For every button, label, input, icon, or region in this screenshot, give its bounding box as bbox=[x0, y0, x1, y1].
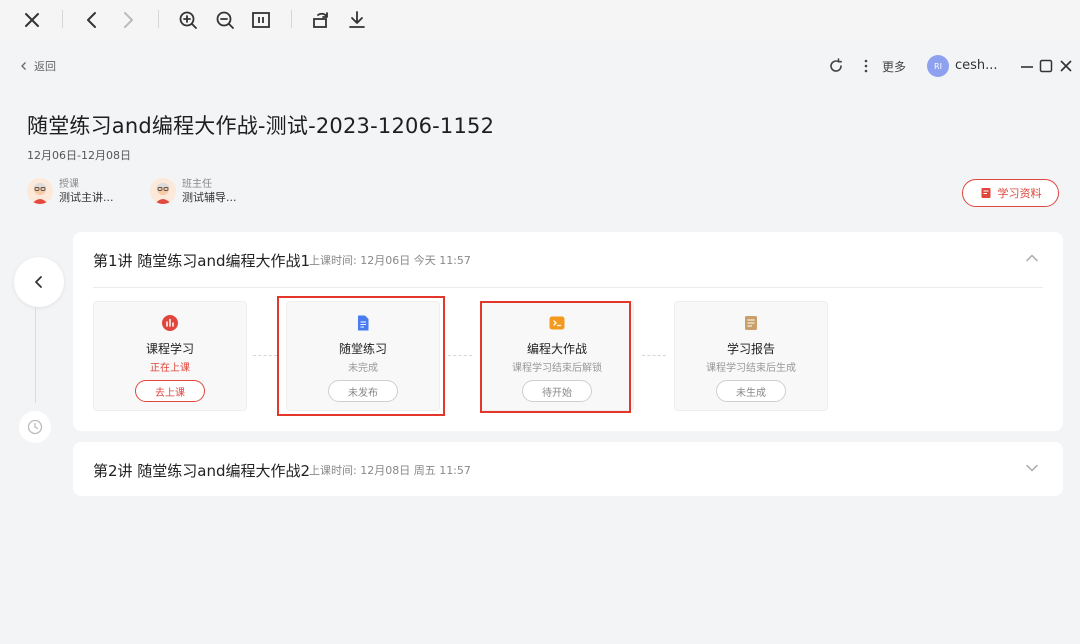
course-dates: 12月06日-12月08日 bbox=[27, 149, 131, 162]
divider bbox=[93, 287, 1043, 288]
chevron-left-icon bbox=[21, 62, 26, 70]
step-status: 正在上课 bbox=[150, 363, 190, 374]
lesson-card[interactable]: 第2讲 随堂练习and编程大作战2 上课时间: 12月08日 周五 11:57 bbox=[73, 442, 1063, 496]
not-generated-button[interactable]: 未生成 bbox=[716, 380, 786, 402]
chevron-down-icon[interactable] bbox=[1023, 459, 1041, 477]
toolbar-separator bbox=[291, 10, 292, 28]
chart-icon bbox=[161, 314, 179, 332]
step-connector bbox=[642, 355, 666, 356]
lesson-time: 上课时间: 12月06日 今天 11:57 bbox=[309, 254, 471, 267]
viewer-toolbar bbox=[0, 0, 1080, 40]
go-to-class-button[interactable]: 去上课 bbox=[135, 380, 205, 402]
header-bar: 返回 更多 RI cesh... bbox=[0, 40, 1080, 94]
teacher-avatar bbox=[150, 178, 176, 204]
report-icon bbox=[742, 314, 760, 332]
teacher-name: 测试主讲... bbox=[59, 191, 114, 204]
toolbar-separator bbox=[62, 10, 63, 28]
toolbar-separator bbox=[158, 10, 159, 28]
step-status: 课程学习结束后生成 bbox=[706, 363, 796, 374]
fit-icon[interactable] bbox=[249, 8, 273, 32]
study-materials-label: 学习资料 bbox=[997, 187, 1042, 200]
download-icon[interactable] bbox=[345, 8, 369, 32]
arrow-left-icon[interactable] bbox=[80, 8, 104, 32]
user-avatar[interactable]: RI bbox=[927, 55, 949, 77]
zoom-in-icon[interactable] bbox=[176, 8, 200, 32]
clock-icon bbox=[19, 411, 51, 443]
step-label: 课程学习 bbox=[145, 342, 194, 356]
teacher-assistant: 班主任 测试辅导... bbox=[150, 178, 237, 204]
lesson-title[interactable]: 第1讲 随堂练习and编程大作战1 bbox=[93, 250, 310, 271]
teacher-name: 测试辅导... bbox=[182, 191, 237, 204]
timeline-prev-button[interactable] bbox=[14, 257, 64, 307]
window-close-icon[interactable] bbox=[1057, 57, 1075, 75]
teacher-avatar bbox=[27, 178, 53, 204]
back-link[interactable]: 返回 bbox=[18, 58, 56, 74]
back-label: 返回 bbox=[34, 60, 56, 73]
more-vertical-icon[interactable] bbox=[857, 57, 875, 75]
minimize-icon[interactable] bbox=[1018, 57, 1036, 75]
timeline-line bbox=[35, 307, 36, 403]
chevron-left-icon bbox=[35, 276, 42, 288]
rotate-icon[interactable] bbox=[309, 8, 333, 32]
study-materials-button[interactable]: 学习资料 bbox=[962, 179, 1059, 207]
teacher-lecturer: 授课 测试主讲... bbox=[27, 178, 114, 204]
chevron-up-icon[interactable] bbox=[1023, 249, 1041, 267]
user-name[interactable]: cesh... bbox=[955, 58, 998, 73]
highlight-box bbox=[480, 301, 631, 413]
lesson-time: 上课时间: 12月08日 周五 11:57 bbox=[309, 464, 471, 477]
more-button[interactable]: 更多 bbox=[882, 58, 906, 75]
arrow-right-icon[interactable] bbox=[116, 8, 140, 32]
highlight-box bbox=[277, 296, 445, 416]
step-label: 学习报告 bbox=[726, 342, 775, 356]
zoom-out-icon[interactable] bbox=[213, 8, 237, 32]
page-title: 随堂练习and编程大作战-测试-2023-1206-1152 bbox=[27, 114, 495, 138]
maximize-icon[interactable] bbox=[1037, 57, 1055, 75]
step-course-study: 课程学习 正在上课 去上课 bbox=[93, 301, 247, 411]
lesson-title[interactable]: 第2讲 随堂练习and编程大作战2 bbox=[93, 460, 310, 481]
step-connector bbox=[253, 355, 277, 356]
refresh-icon[interactable] bbox=[827, 57, 845, 75]
book-icon bbox=[981, 188, 990, 198]
teacher-role: 班主任 bbox=[182, 179, 212, 190]
teacher-role: 授课 bbox=[59, 179, 79, 190]
close-icon[interactable] bbox=[20, 8, 44, 32]
step-connector bbox=[448, 355, 472, 356]
step-study-report: 学习报告 课程学习结束后生成 未生成 bbox=[674, 301, 828, 411]
